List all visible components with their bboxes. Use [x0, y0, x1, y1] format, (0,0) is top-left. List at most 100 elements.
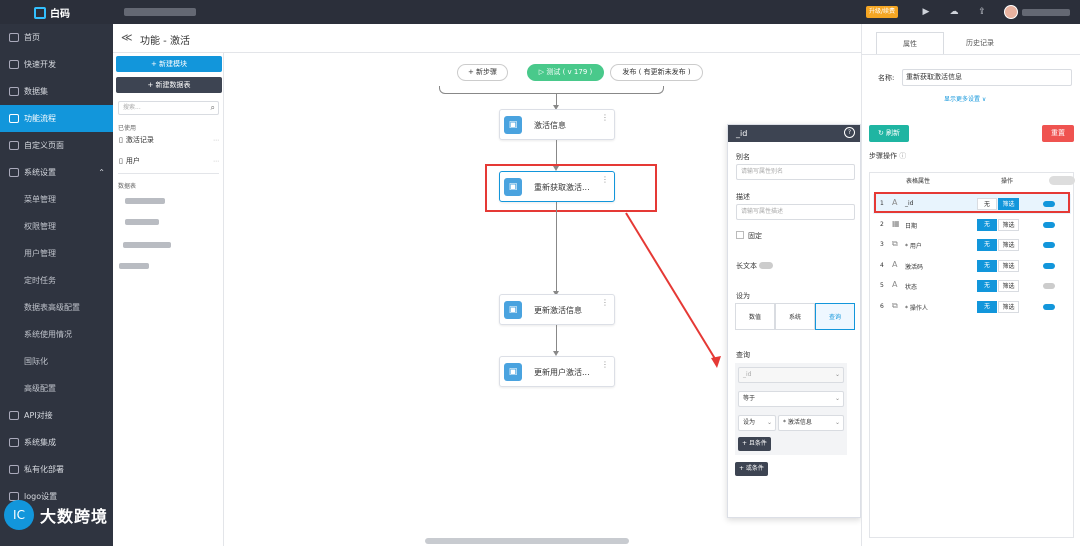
flow-node[interactable]: ▣ 更新激活信息 ⋮: [499, 294, 615, 325]
back-icon[interactable]: ≪: [121, 31, 133, 44]
filter-button[interactable]: 筛选: [998, 218, 1019, 231]
list-item[interactable]: ▯ 激活记录 ⋯: [119, 135, 219, 145]
flow-node[interactable]: ▣ 更新用户激活... ⋮: [499, 356, 615, 387]
sidebar-item-integration[interactable]: 系统集成: [0, 429, 113, 456]
row-toggle[interactable]: [1043, 221, 1055, 228]
sidebar-item-system-settings[interactable]: 系统设置 ⌃: [0, 159, 113, 186]
reset-button[interactable]: 重置: [1042, 125, 1074, 142]
table-row[interactable]: 4 A 激活码 无筛选: [873, 256, 1071, 276]
table-row[interactable]: 5 A 状态 无筛选: [873, 276, 1071, 296]
sidebar-item-quickdev[interactable]: 快速开发: [0, 51, 113, 78]
help-icon[interactable]: ⓘ: [899, 152, 906, 160]
sidebar-subitem-i18n[interactable]: 国际化: [0, 348, 113, 375]
test-button[interactable]: ▷ 测试 ( v 179 ): [527, 64, 604, 81]
more-icon[interactable]: ⋮: [601, 360, 609, 369]
blurred-table-item[interactable]: [119, 263, 149, 269]
file-icon: ▯: [119, 157, 123, 165]
sidebar-subitem-menu[interactable]: 菜单管理: [0, 186, 113, 213]
publish-button[interactable]: 发布 ( 有更新未发布 ): [610, 64, 703, 81]
table-row[interactable]: 6 ⧉ * 操作人 无筛选: [873, 297, 1071, 317]
new-table-button[interactable]: + 新建数据表: [116, 77, 222, 93]
row-toggle[interactable]: [1043, 283, 1055, 289]
upload-icon[interactable]: ⇪: [976, 6, 988, 18]
table-row[interactable]: 3 ⧉ * 用户 无筛选: [873, 235, 1071, 255]
text-icon: A: [892, 280, 898, 289]
setas-option-query[interactable]: 查询: [815, 303, 855, 330]
sidebar-subitem-permissions[interactable]: 权限管理: [0, 213, 113, 240]
play-icon[interactable]: ▶: [920, 6, 932, 18]
and-condition-button[interactable]: + 且条件: [738, 437, 771, 451]
setas-option-system[interactable]: 系统: [775, 303, 815, 330]
search-icon[interactable]: ⌕: [211, 102, 215, 114]
new-module-button[interactable]: + 新建模块: [116, 56, 222, 72]
alias-input[interactable]: 请输写属性别名: [736, 164, 855, 180]
row-toggle[interactable]: [1043, 303, 1055, 310]
none-button[interactable]: 无: [977, 280, 997, 292]
sidebar-subitem-usage[interactable]: 系统使用情况: [0, 321, 113, 348]
query-field-select[interactable]: _id ⌄: [738, 367, 844, 383]
more-icon[interactable]: ⋯: [213, 137, 219, 144]
blurred-table-item[interactable]: [125, 219, 159, 225]
filter-button[interactable]: 筛选: [998, 239, 1019, 251]
filter-button[interactable]: 筛选: [998, 259, 1019, 272]
flow-node[interactable]: ▣ 激活信息 ⋮: [499, 109, 615, 140]
more-icon[interactable]: ⋮: [601, 113, 609, 122]
operator-select[interactable]: 等于 ⌄: [738, 391, 844, 407]
filter-button[interactable]: 筛选: [998, 300, 1019, 313]
sidebar-subitem-scheduled[interactable]: 定时任务: [0, 267, 113, 294]
target-select[interactable]: * 激活信息 ⌄: [778, 415, 844, 431]
blurred-table-item[interactable]: [123, 242, 171, 248]
or-condition-button[interactable]: + 或条件: [735, 462, 768, 476]
more-icon[interactable]: ⋯: [213, 158, 219, 165]
list-item[interactable]: ▯ 用户 ⋯: [119, 156, 219, 166]
cube-icon: ▣: [504, 301, 522, 319]
more-icon[interactable]: ⋮: [601, 298, 609, 307]
tab-history[interactable]: 历史记录: [946, 32, 1014, 55]
desc-label: 描述: [736, 193, 750, 201]
desc-input[interactable]: 请输写属性描述: [736, 204, 855, 220]
row-index: 6: [880, 302, 884, 310]
sidebar-item-api[interactable]: API对接: [0, 402, 113, 429]
none-button[interactable]: 无: [977, 300, 997, 313]
sidebar-item-private-deploy[interactable]: 私有化部署: [0, 456, 113, 483]
help-icon[interactable]: ?: [844, 127, 855, 138]
tab-properties[interactable]: 属性: [876, 32, 944, 55]
blurred-table-item[interactable]: [125, 198, 165, 204]
fixed-checkbox[interactable]: [736, 231, 744, 239]
upgrade-button[interactable]: 升级/续费: [866, 6, 899, 18]
refresh-button[interactable]: ↻ 刷新: [869, 125, 909, 142]
setas-select[interactable]: 设为 ⌄: [738, 415, 776, 431]
app-logo[interactable]: 白码: [34, 5, 70, 20]
brand-logo-icon: IC: [4, 500, 34, 530]
sidebar-item-home[interactable]: 首页: [0, 24, 113, 51]
name-input[interactable]: 重新获取激活信息: [902, 69, 1072, 86]
none-button[interactable]: 无: [977, 218, 997, 231]
filter-button[interactable]: 筛选: [998, 280, 1019, 292]
row-field-name: * 用户: [905, 243, 922, 250]
add-step-button[interactable]: + 新步骤: [457, 64, 508, 81]
table-row[interactable]: 2 ▦ 日期 无筛选: [873, 215, 1071, 235]
text-icon: A: [892, 259, 898, 269]
integration-icon: [9, 438, 19, 447]
show-more-settings-link[interactable]: 显示更多设置 ∨: [944, 94, 986, 103]
none-button[interactable]: 无: [977, 259, 997, 272]
sidebar-item-custom-pages[interactable]: 自定义页面: [0, 132, 113, 159]
cloud-icon[interactable]: ☁: [948, 6, 960, 18]
row-toggle[interactable]: [1043, 262, 1055, 269]
longtext-toggle[interactable]: [759, 262, 773, 269]
setas-option-value[interactable]: 数值: [735, 303, 775, 330]
master-toggle[interactable]: [1049, 176, 1075, 185]
dataset-icon: [9, 87, 19, 96]
sidebar-subitem-users[interactable]: 用户管理: [0, 240, 113, 267]
sidebar-subitem-advanced[interactable]: 高级配置: [0, 375, 113, 402]
sidebar-item-flows[interactable]: 功能流程: [0, 105, 113, 132]
row-index: 3: [880, 241, 884, 248]
sidebar-subitem-table-config[interactable]: 数据表高级配置: [0, 294, 113, 321]
sidebar-item-datasets[interactable]: 数据集: [0, 78, 113, 105]
none-button[interactable]: 无: [977, 239, 997, 251]
query-label: 查询: [736, 351, 750, 359]
horizontal-scrollbar[interactable]: [425, 538, 629, 544]
row-toggle[interactable]: [1043, 242, 1055, 248]
avatar[interactable]: [1004, 5, 1018, 19]
module-search-input[interactable]: 搜索... ⌕: [118, 101, 219, 115]
